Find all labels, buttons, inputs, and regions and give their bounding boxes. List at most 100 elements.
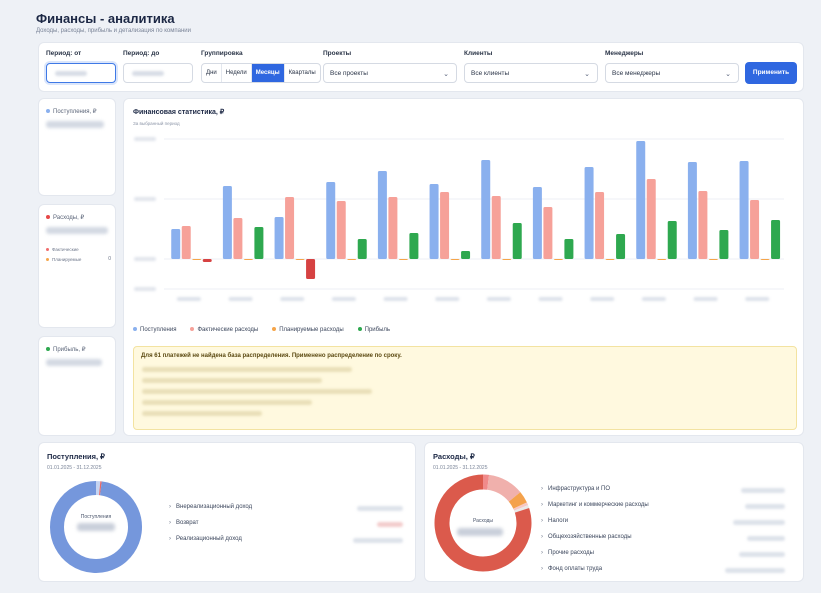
- income-stat-label: Поступления, ₽: [46, 108, 97, 115]
- bar-Фактические расходы[interactable]: [595, 192, 605, 259]
- income-item-refund[interactable]: › Возврат: [169, 520, 199, 526]
- grouping-option-days[interactable]: Дни: [202, 64, 222, 82]
- bar-Прибыль[interactable]: [512, 223, 522, 259]
- bar-Планируемые расходы[interactable]: [502, 259, 512, 260]
- expense-stat-label: Расходы, ₽: [46, 214, 84, 221]
- bar-Прибыль[interactable]: [461, 251, 471, 259]
- bar-Прибыль[interactable]: [564, 239, 574, 259]
- bar-Поступления[interactable]: [636, 141, 646, 259]
- x-tick-label: [486, 297, 511, 301]
- bar-Фактические расходы[interactable]: [543, 207, 553, 259]
- bar-Планируемые расходы[interactable]: [553, 259, 563, 260]
- expense-item-payroll[interactable]: › Фонд оплаты труда: [541, 566, 602, 572]
- expense-item-taxes[interactable]: › Налоги: [541, 518, 568, 524]
- income-item-operating[interactable]: › Реализационный доход: [169, 536, 242, 542]
- projects-select[interactable]: Все проекты ⌄: [323, 63, 457, 83]
- grouping-selector: Дни Недели Месяцы Кварталы: [201, 63, 321, 83]
- income-stat-card: Поступления, ₽: [38, 98, 116, 196]
- expense-donut-slice-4[interactable]: [514, 505, 530, 513]
- x-tick-label: [280, 297, 305, 301]
- managers-select[interactable]: Все менеджеры ⌄: [605, 63, 739, 83]
- managers-label: Менеджеры: [605, 50, 644, 57]
- bar-Поступления[interactable]: [171, 229, 181, 259]
- bar-Прибыль[interactable]: [254, 227, 264, 259]
- bar-Фактические расходы[interactable]: [388, 197, 398, 259]
- income-item-nonoperating[interactable]: › Внереализационный доход: [169, 504, 252, 510]
- bar-Планируемые расходы[interactable]: [347, 259, 357, 260]
- x-tick-label: [383, 297, 408, 301]
- profit-stat-label: Прибыль, ₽: [46, 346, 86, 353]
- bar-Поступления[interactable]: [274, 217, 284, 259]
- bar-Планируемые расходы[interactable]: [657, 259, 667, 260]
- grouping-option-weeks[interactable]: Недели: [222, 64, 252, 82]
- finance-analytics-page: Финансы - аналитика Доходы, расходы, при…: [26, 6, 816, 586]
- bar-Фактические расходы[interactable]: [491, 196, 501, 259]
- bar-Прибыль[interactable]: [771, 220, 781, 259]
- bar-Поступления[interactable]: [481, 160, 491, 259]
- bar-Поступления[interactable]: [222, 186, 232, 259]
- projects-label: Проекты: [323, 50, 352, 57]
- period-to-value: [132, 71, 164, 76]
- distribution-notice: Для 61 платежей не найдена база распреде…: [133, 346, 797, 430]
- expense-donut-slice-3[interactable]: [513, 502, 529, 511]
- grouping-option-months[interactable]: Месяцы: [251, 64, 285, 82]
- legend-item-profit[interactable]: Прибыль: [357, 327, 390, 333]
- bar-Прибыль[interactable]: [306, 259, 316, 279]
- chart-legend: Поступления Фактические расходы Планируе…: [133, 327, 390, 333]
- grouping-option-quarters[interactable]: Кварталы: [285, 64, 320, 82]
- legend-item-fact-expense[interactable]: Фактические расходы: [190, 327, 258, 333]
- legend-item-plan-expense[interactable]: Планируемые расходы: [272, 327, 344, 333]
- x-tick-label: [641, 297, 666, 301]
- x-tick-label: [228, 297, 253, 301]
- bar-Прибыль[interactable]: [409, 233, 419, 259]
- bar-Планируемые расходы[interactable]: [192, 259, 202, 260]
- expense-donut-slice-1[interactable]: [486, 474, 521, 502]
- expense-item-marketing[interactable]: › Маркетинг и коммерческие расходы: [541, 502, 649, 508]
- bar-Прибыль[interactable]: [719, 230, 729, 259]
- period-to-label: Период: до: [123, 50, 160, 57]
- bar-Фактические расходы[interactable]: [646, 179, 656, 259]
- bar-Фактические расходы[interactable]: [750, 200, 760, 259]
- bar-Прибыль[interactable]: [616, 234, 626, 259]
- bar-Поступления[interactable]: [687, 162, 697, 259]
- bar-Планируемые расходы[interactable]: [450, 259, 460, 260]
- bar-Прибыль[interactable]: [357, 239, 367, 259]
- bar-Фактические расходы[interactable]: [285, 197, 295, 259]
- bar-Поступления[interactable]: [739, 161, 749, 259]
- expense-item-other[interactable]: › Прочие расходы: [541, 550, 594, 556]
- bar-Поступления[interactable]: [429, 184, 439, 259]
- income-donut-value: [77, 523, 115, 531]
- expense-item-infrastructure[interactable]: › Инфраструктура и ПО: [541, 486, 610, 492]
- bar-Поступления[interactable]: [326, 182, 336, 259]
- bar-Фактические расходы[interactable]: [698, 191, 708, 259]
- chevron-down-icon: ⌄: [725, 71, 731, 78]
- bar-Планируемые расходы[interactable]: [295, 259, 305, 260]
- bar-Прибыль[interactable]: [667, 221, 677, 259]
- expense-breakdown-card: Расходы, ₽ 01.01.2025 - 31.12.2025 Расхо…: [424, 442, 804, 582]
- period-from-input[interactable]: [46, 63, 116, 83]
- bar-Фактические расходы[interactable]: [181, 226, 191, 259]
- bar-Поступления[interactable]: [532, 187, 542, 259]
- expense-item-general[interactable]: › Общехозяйственные расходы: [541, 534, 632, 540]
- period-to-input[interactable]: [123, 63, 193, 83]
- apply-button[interactable]: Применить: [745, 62, 797, 84]
- legend-item-income[interactable]: Поступления: [133, 327, 176, 333]
- bar-Поступления[interactable]: [584, 167, 594, 259]
- expense-donut-slice-2[interactable]: [508, 492, 527, 509]
- projects-value: Все проекты: [330, 70, 368, 77]
- bar-Планируемые расходы[interactable]: [243, 259, 253, 260]
- bar-Поступления[interactable]: [377, 171, 387, 259]
- bar-Фактические расходы[interactable]: [233, 218, 243, 259]
- bar-Фактические расходы[interactable]: [440, 192, 450, 259]
- bar-Планируемые расходы[interactable]: [605, 259, 615, 260]
- clients-select[interactable]: Все клиенты ⌄: [464, 63, 598, 83]
- bar-Фактические расходы[interactable]: [336, 201, 346, 259]
- bar-Планируемые расходы[interactable]: [398, 259, 408, 260]
- bar-Планируемые расходы[interactable]: [760, 259, 770, 260]
- managers-value: Все менеджеры: [612, 70, 661, 77]
- chevron-down-icon: ⌄: [584, 71, 590, 78]
- notice-text: Для 61 платежей не найдена база распреде…: [141, 353, 402, 359]
- bar-Планируемые расходы[interactable]: [708, 259, 718, 260]
- filters-bar: Период: от Период: до Группировка Дни Не…: [38, 42, 804, 92]
- bar-Прибыль[interactable]: [202, 259, 212, 262]
